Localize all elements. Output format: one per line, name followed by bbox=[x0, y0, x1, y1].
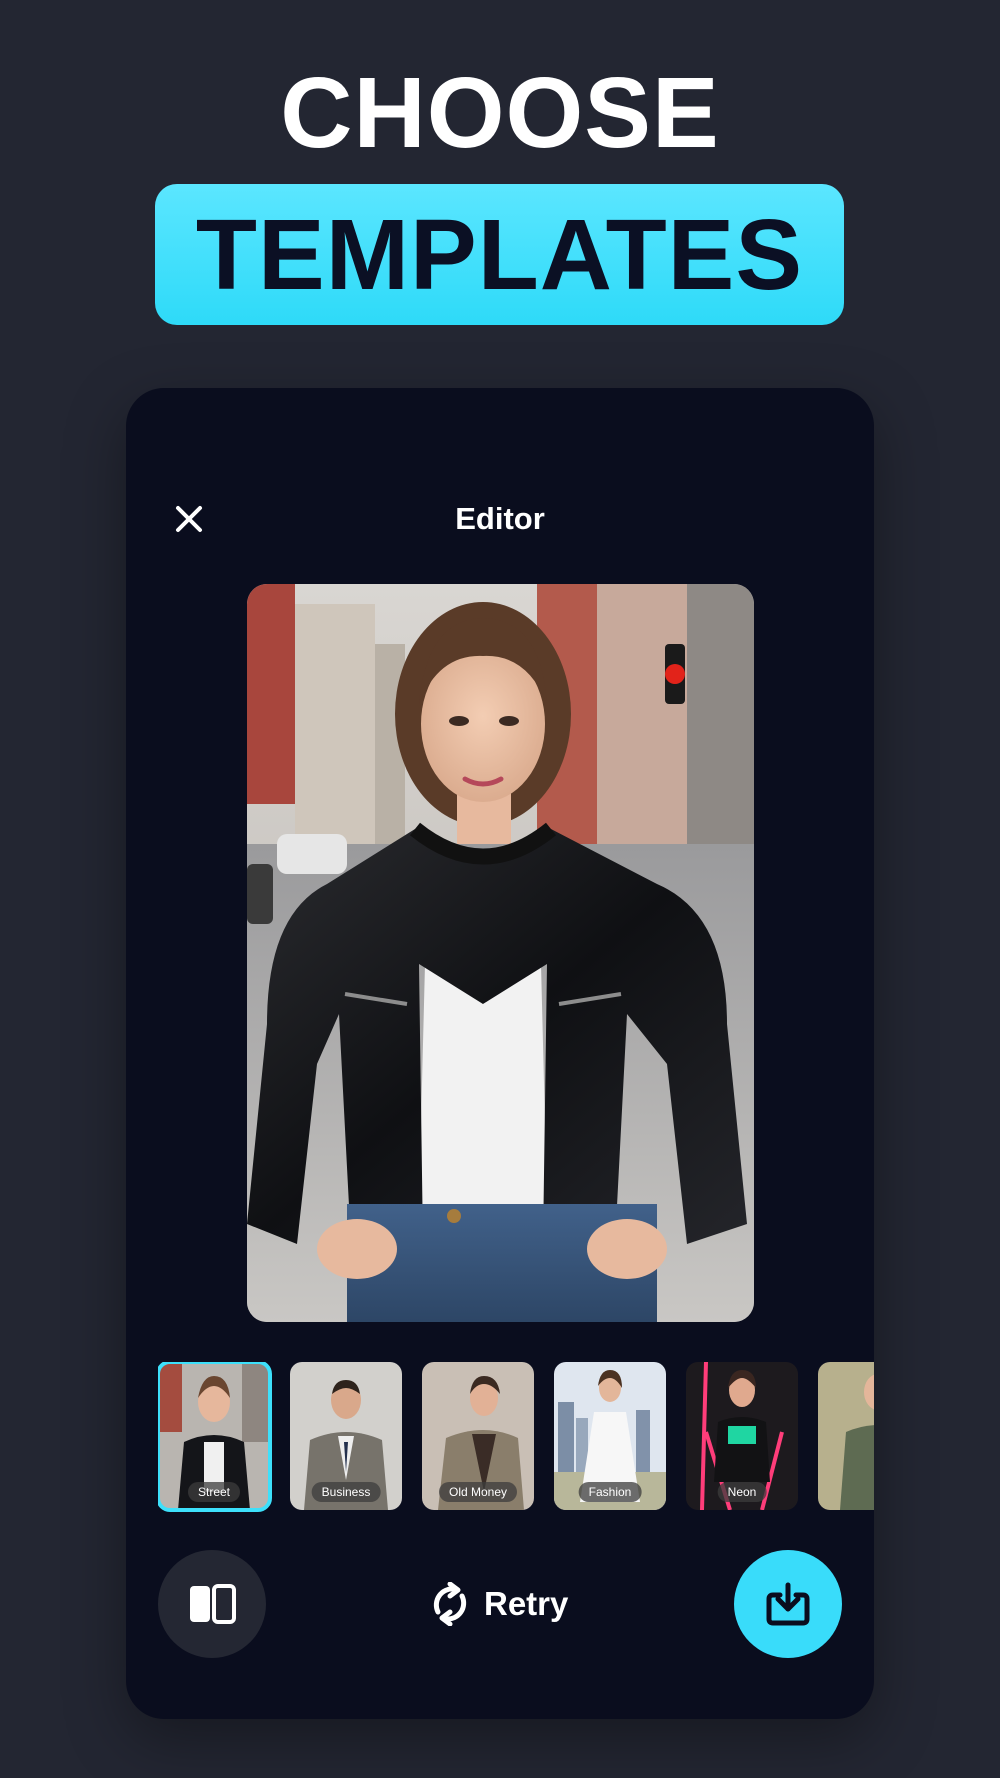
template-neon[interactable]: Neon bbox=[686, 1362, 798, 1510]
template-more[interactable] bbox=[818, 1362, 874, 1510]
template-old-money[interactable]: Old Money bbox=[422, 1362, 534, 1510]
refresh-icon bbox=[433, 1582, 467, 1626]
template-thumbnail bbox=[818, 1362, 874, 1510]
main-photo bbox=[247, 584, 754, 1322]
template-label: Fashion bbox=[578, 1482, 642, 1502]
download-button[interactable] bbox=[734, 1550, 842, 1658]
headline-choose: CHOOSE bbox=[280, 57, 720, 169]
editor-screen: Editor Street Business Old Money Fashion… bbox=[126, 388, 874, 1719]
portrait-image bbox=[247, 584, 754, 1322]
template-street[interactable]: Street bbox=[158, 1362, 272, 1512]
compare-button[interactable] bbox=[158, 1550, 266, 1658]
template-label: Street bbox=[187, 1482, 241, 1502]
template-strip: Street Business Old Money Fashion Neon bbox=[158, 1362, 874, 1512]
template-fashion[interactable]: Fashion bbox=[554, 1362, 666, 1510]
headline-templates: TEMPLATES bbox=[195, 198, 804, 311]
download-icon bbox=[766, 1582, 810, 1626]
template-label: Business bbox=[311, 1482, 381, 1502]
editor-title: Editor bbox=[455, 501, 545, 536]
compare-icon bbox=[190, 1584, 236, 1624]
template-label: Neon bbox=[717, 1482, 767, 1502]
headline-pill: TEMPLATES bbox=[155, 184, 844, 325]
retry-button[interactable]: Retry bbox=[430, 1570, 590, 1638]
template-label: Old Money bbox=[438, 1482, 518, 1502]
retry-label: Retry bbox=[484, 1585, 569, 1622]
template-business[interactable]: Business bbox=[290, 1362, 402, 1510]
